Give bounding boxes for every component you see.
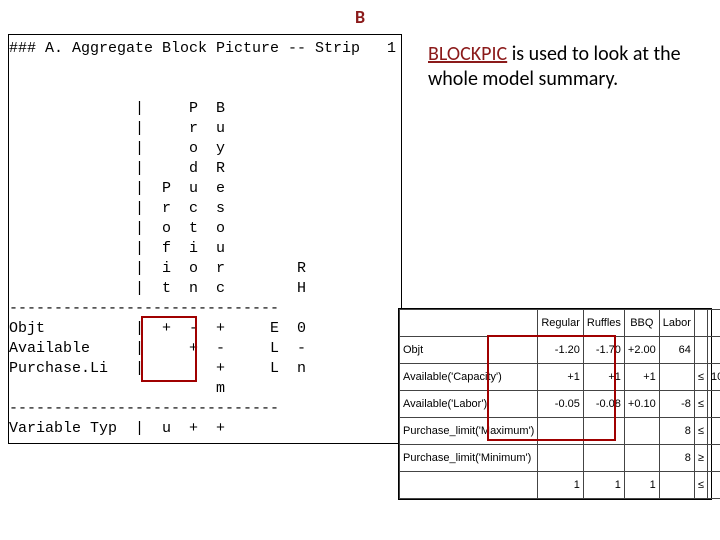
table-cell: +1 [624, 364, 659, 391]
table-cell: +0.10 [624, 391, 659, 418]
table-cell: ≤ [694, 391, 707, 418]
table-cell: ≤ [694, 364, 707, 391]
table-cell: 1 [583, 472, 624, 499]
table-cell: -8 [659, 391, 694, 418]
table-cell: ≤ [694, 418, 707, 445]
table-cell: 1 [538, 472, 584, 499]
table-cell [583, 445, 624, 472]
table-row: 111≤ [400, 472, 720, 499]
table-cell: 300 [707, 445, 720, 472]
table-header [400, 310, 538, 337]
table-header [694, 310, 707, 337]
model-summary-table-wrap: RegularRufflesBBQLaborObjt-1.20-1.70+2.0… [398, 308, 712, 500]
table-cell [624, 418, 659, 445]
command-name: BLOCKPIC [428, 42, 507, 66]
table-header: BBQ [624, 310, 659, 337]
table-cell [538, 445, 584, 472]
table-cell [400, 472, 538, 499]
highlight-box-table [487, 335, 616, 441]
table-cell: 8 [659, 418, 694, 445]
table-cell [707, 472, 720, 499]
table-cell: 600 [707, 418, 720, 445]
table-cell [659, 364, 694, 391]
table-cell: 8 [659, 445, 694, 472]
table-cell: ≥ [694, 445, 707, 472]
table-cell: 64 [659, 337, 694, 364]
table-row: Purchase_limit('Minimum') 8≥300 [400, 445, 720, 472]
table-cell: +2.00 [624, 337, 659, 364]
table-cell: 0 [707, 391, 720, 418]
table-cell [694, 337, 707, 364]
blockpic-output: ### A. Aggregate Block Picture -- Strip … [8, 34, 402, 444]
table-header: Ruffles [583, 310, 624, 337]
table-cell: 10000 [707, 364, 720, 391]
table-header: Regular [538, 310, 584, 337]
table-cell: Purchase_limit('Minimum') [400, 445, 538, 472]
table-cell [707, 337, 720, 364]
table-cell [659, 472, 694, 499]
table-cell: ≤ [694, 472, 707, 499]
annotation-text: BLOCKPIC is used to look at the whole mo… [428, 42, 694, 92]
table-cell: 1 [624, 472, 659, 499]
table-header [707, 310, 720, 337]
table-cell [624, 445, 659, 472]
highlight-box-code [141, 316, 197, 382]
table-header: Labor [659, 310, 694, 337]
section-letter: B [0, 6, 720, 28]
